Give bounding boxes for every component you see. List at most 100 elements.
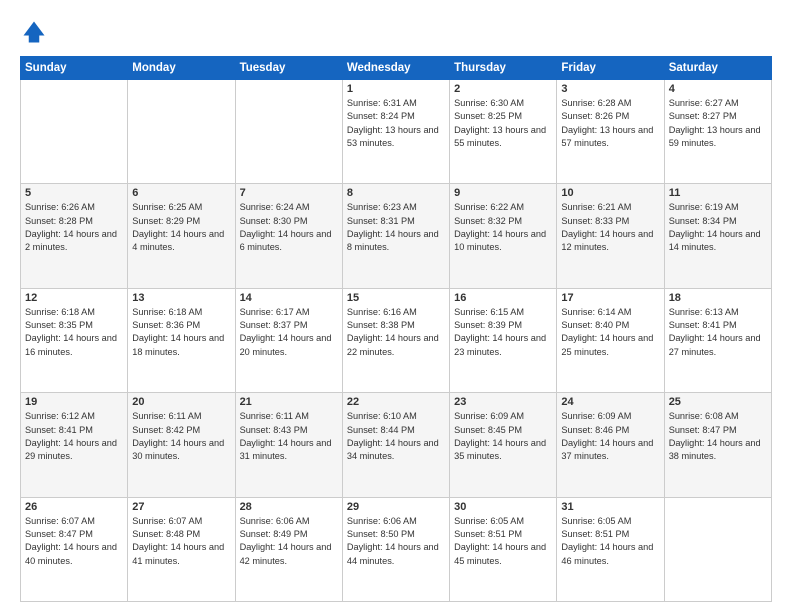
day-number: 21 [240,396,338,408]
calendar-cell: 10 Sunrise: 6:21 AMSunset: 8:33 PMDayligh… [557,184,664,288]
day-number: 9 [454,187,552,199]
weekday-header-wednesday: Wednesday [342,57,449,80]
day-number: 13 [132,292,230,304]
cell-info: Sunrise: 6:26 AMSunset: 8:28 PMDaylight:… [25,201,123,254]
day-number: 14 [240,292,338,304]
day-number: 7 [240,187,338,199]
calendar-cell: 8 Sunrise: 6:23 AMSunset: 8:31 PMDaylight… [342,184,449,288]
calendar-cell: 16 Sunrise: 6:15 AMSunset: 8:39 PMDayligh… [450,288,557,392]
day-number: 22 [347,396,445,408]
day-number: 25 [669,396,767,408]
calendar-cell: 6 Sunrise: 6:25 AMSunset: 8:29 PMDaylight… [128,184,235,288]
day-number: 3 [561,83,659,95]
calendar-cell: 15 Sunrise: 6:16 AMSunset: 8:38 PMDayligh… [342,288,449,392]
cell-info: Sunrise: 6:10 AMSunset: 8:44 PMDaylight:… [347,410,445,463]
day-number: 27 [132,501,230,513]
weekday-header-thursday: Thursday [450,57,557,80]
cell-info: Sunrise: 6:11 AMSunset: 8:43 PMDaylight:… [240,410,338,463]
day-number: 28 [240,501,338,513]
day-number: 20 [132,396,230,408]
calendar-cell: 7Sunrise: 6:24 AMSunset: 8:30 PMDaylight… [235,184,342,288]
calendar-cell: 20 Sunrise: 6:11 AMSunset: 8:42 PMDayligh… [128,393,235,497]
day-number: 15 [347,292,445,304]
day-number: 6 [132,187,230,199]
weekday-header-saturday: Saturday [664,57,771,80]
calendar-cell [664,497,771,601]
calendar-cell: 12 Sunrise: 6:18 AMSunset: 8:35 PMDayligh… [21,288,128,392]
day-number: 30 [454,501,552,513]
cell-info: Sunrise: 6:08 AMSunset: 8:47 PMDaylight:… [669,410,767,463]
calendar-cell: 2Sunrise: 6:30 AMSunset: 8:25 PMDaylight… [450,80,557,184]
day-number: 1 [347,83,445,95]
cell-info: Sunrise: 6:19 AMSunset: 8:34 PMDaylight:… [669,201,767,254]
calendar-cell: 18Sunrise: 6:13 AMSunset: 8:41 PMDayligh… [664,288,771,392]
cell-info: Sunrise: 6:31 AMSunset: 8:24 PMDaylight:… [347,97,445,150]
calendar-body: 1 Sunrise: 6:31 AMSunset: 8:24 PMDaylight… [21,80,772,602]
cell-info: Sunrise: 6:09 AMSunset: 8:46 PMDaylight:… [561,410,659,463]
day-number: 23 [454,396,552,408]
calendar-cell: 26 Sunrise: 6:07 AMSunset: 8:47 PMDayligh… [21,497,128,601]
calendar-cell: 14 Sunrise: 6:17 AMSunset: 8:37 PMDayligh… [235,288,342,392]
cell-info: Sunrise: 6:11 AMSunset: 8:42 PMDaylight:… [132,410,230,463]
cell-info: Sunrise: 6:14 AMSunset: 8:40 PMDaylight:… [561,306,659,359]
cell-info: Sunrise: 6:27 AMSunset: 8:27 PMDaylight:… [669,97,767,150]
day-number: 5 [25,187,123,199]
day-number: 10 [561,187,659,199]
calendar-cell: 23Sunrise: 6:09 AMSunset: 8:45 PMDayligh… [450,393,557,497]
weekday-header-monday: Monday [128,57,235,80]
week-row-1: 5 Sunrise: 6:26 AMSunset: 8:28 PMDaylight… [21,184,772,288]
cell-info: Sunrise: 6:07 AMSunset: 8:47 PMDaylight:… [25,515,123,568]
cell-info: Sunrise: 6:28 AMSunset: 8:26 PMDaylight:… [561,97,659,150]
calendar-cell [235,80,342,184]
day-number: 8 [347,187,445,199]
calendar-cell: 24Sunrise: 6:09 AMSunset: 8:46 PMDayligh… [557,393,664,497]
cell-info: Sunrise: 6:18 AMSunset: 8:35 PMDaylight:… [25,306,123,359]
weekday-header-friday: Friday [557,57,664,80]
cell-info: Sunrise: 6:25 AMSunset: 8:29 PMDaylight:… [132,201,230,254]
calendar: SundayMondayTuesdayWednesdayThursdayFrid… [20,56,772,602]
weekday-row: SundayMondayTuesdayWednesdayThursdayFrid… [21,57,772,80]
day-number: 11 [669,187,767,199]
calendar-cell: 5 Sunrise: 6:26 AMSunset: 8:28 PMDaylight… [21,184,128,288]
cell-info: Sunrise: 6:06 AMSunset: 8:50 PMDaylight:… [347,515,445,568]
calendar-cell: 17Sunrise: 6:14 AMSunset: 8:40 PMDayligh… [557,288,664,392]
cell-info: Sunrise: 6:06 AMSunset: 8:49 PMDaylight:… [240,515,338,568]
calendar-cell: 25 Sunrise: 6:08 AMSunset: 8:47 PMDayligh… [664,393,771,497]
day-number: 31 [561,501,659,513]
calendar-cell: 3 Sunrise: 6:28 AMSunset: 8:26 PMDaylight… [557,80,664,184]
day-number: 19 [25,396,123,408]
calendar-cell: 19 Sunrise: 6:12 AMSunset: 8:41 PMDayligh… [21,393,128,497]
day-number: 16 [454,292,552,304]
calendar-cell: 28 Sunrise: 6:06 AMSunset: 8:49 PMDayligh… [235,497,342,601]
cell-info: Sunrise: 6:05 AMSunset: 8:51 PMDaylight:… [454,515,552,568]
calendar-cell: 1 Sunrise: 6:31 AMSunset: 8:24 PMDaylight… [342,80,449,184]
cell-info: Sunrise: 6:21 AMSunset: 8:33 PMDaylight:… [561,201,659,254]
logo [20,18,52,46]
logo-icon [20,18,48,46]
week-row-2: 12 Sunrise: 6:18 AMSunset: 8:35 PMDayligh… [21,288,772,392]
cell-info: Sunrise: 6:15 AMSunset: 8:39 PMDaylight:… [454,306,552,359]
calendar-cell: 13 Sunrise: 6:18 AMSunset: 8:36 PMDayligh… [128,288,235,392]
cell-info: Sunrise: 6:05 AMSunset: 8:51 PMDaylight:… [561,515,659,568]
calendar-cell: 9Sunrise: 6:22 AMSunset: 8:32 PMDaylight… [450,184,557,288]
cell-info: Sunrise: 6:18 AMSunset: 8:36 PMDaylight:… [132,306,230,359]
header [20,18,772,46]
page: SundayMondayTuesdayWednesdayThursdayFrid… [0,0,792,612]
cell-info: Sunrise: 6:17 AMSunset: 8:37 PMDaylight:… [240,306,338,359]
week-row-4: 26 Sunrise: 6:07 AMSunset: 8:47 PMDayligh… [21,497,772,601]
calendar-header: SundayMondayTuesdayWednesdayThursdayFrid… [21,57,772,80]
calendar-cell: 4Sunrise: 6:27 AMSunset: 8:27 PMDaylight… [664,80,771,184]
cell-info: Sunrise: 6:23 AMSunset: 8:31 PMDaylight:… [347,201,445,254]
day-number: 26 [25,501,123,513]
weekday-header-sunday: Sunday [21,57,128,80]
calendar-cell: 29 Sunrise: 6:06 AMSunset: 8:50 PMDayligh… [342,497,449,601]
day-number: 29 [347,501,445,513]
week-row-3: 19 Sunrise: 6:12 AMSunset: 8:41 PMDayligh… [21,393,772,497]
day-number: 18 [669,292,767,304]
calendar-cell: 30 Sunrise: 6:05 AMSunset: 8:51 PMDayligh… [450,497,557,601]
calendar-cell: 27Sunrise: 6:07 AMSunset: 8:48 PMDayligh… [128,497,235,601]
cell-info: Sunrise: 6:12 AMSunset: 8:41 PMDaylight:… [25,410,123,463]
cell-info: Sunrise: 6:16 AMSunset: 8:38 PMDaylight:… [347,306,445,359]
calendar-cell [21,80,128,184]
day-number: 12 [25,292,123,304]
